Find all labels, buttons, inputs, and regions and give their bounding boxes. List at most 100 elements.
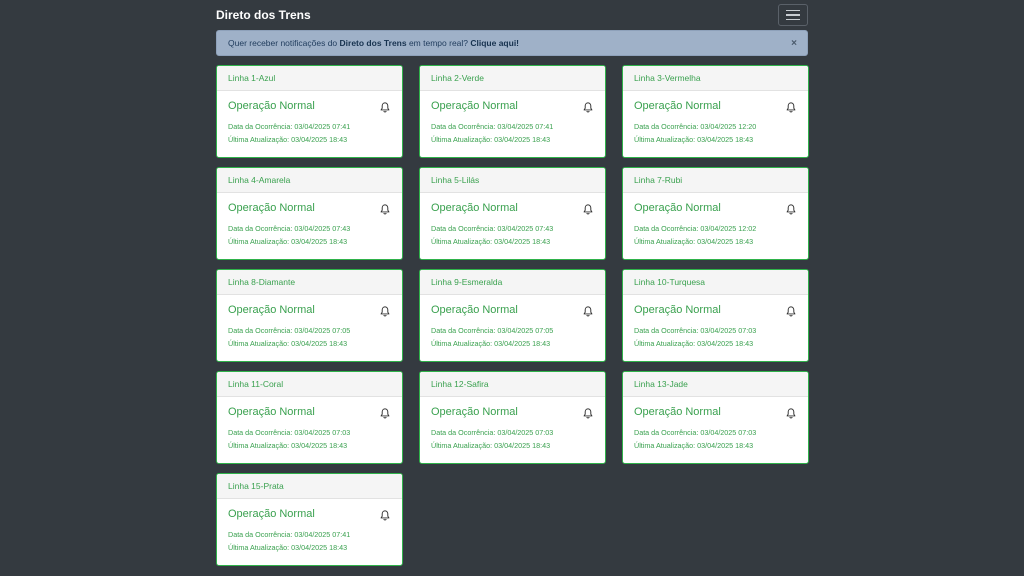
status-text: Operação Normal — [228, 508, 315, 520]
last-update: Última Atualização: 03/04/2025 18:43 — [634, 235, 797, 248]
occurrence-label: Data da Ocorrência: — [228, 326, 295, 335]
status-text: Operação Normal — [634, 304, 721, 316]
alert-link[interactable]: Clique aqui! — [470, 38, 519, 48]
card-body: Operação Normal Data da Ocorrência: 03/0… — [420, 397, 605, 452]
line-name: Linha 13-Jade — [623, 372, 808, 397]
last-update: Última Atualização: 03/04/2025 18:43 — [228, 439, 391, 452]
line-card[interactable]: Linha 4-Amarela Operação Normal Data da … — [216, 167, 403, 260]
occurrence-date: Data da Ocorrência: 03/04/2025 07:41 — [431, 120, 594, 133]
last-update: Última Atualização: 03/04/2025 18:43 — [228, 337, 391, 350]
update-label: Última Atualização: — [431, 237, 495, 246]
bell-icon[interactable] — [583, 408, 593, 419]
line-card[interactable]: Linha 1-Azul Operação Normal Data da Oco… — [216, 65, 403, 158]
card-body: Operação Normal Data da Ocorrência: 03/0… — [217, 91, 402, 146]
bell-icon[interactable] — [583, 204, 593, 215]
line-card[interactable]: Linha 15-Prata Operação Normal Data da O… — [216, 473, 403, 566]
bell-icon[interactable] — [583, 306, 593, 317]
bell-icon[interactable] — [786, 306, 796, 317]
occurrence-label: Data da Ocorrência: — [228, 428, 295, 437]
occurrence-label: Data da Ocorrência: — [634, 326, 701, 335]
status-text: Operação Normal — [228, 406, 315, 418]
line-card[interactable]: Linha 13-Jade Operação Normal Data da Oc… — [622, 371, 809, 464]
occurrence-value: 03/04/2025 07:05 — [497, 326, 554, 335]
update-label: Última Atualização: — [228, 237, 292, 246]
notification-alert: Quer receber notificações do Direto dos … — [216, 30, 808, 56]
bell-icon[interactable] — [786, 408, 796, 419]
card-body: Operação Normal Data da Ocorrência: 03/0… — [217, 193, 402, 248]
last-update: Última Atualização: 03/04/2025 18:43 — [634, 439, 797, 452]
last-update: Última Atualização: 03/04/2025 18:43 — [431, 235, 594, 248]
line-card[interactable]: Linha 3-Vermelha Operação Normal Data da… — [622, 65, 809, 158]
update-value: 03/04/2025 18:43 — [697, 237, 754, 246]
line-name: Linha 10-Turquesa — [623, 270, 808, 295]
card-info: Data da Ocorrência: 03/04/2025 07:03 Últ… — [431, 426, 594, 452]
occurrence-date: Data da Ocorrência: 03/04/2025 07:43 — [228, 222, 391, 235]
card-info: Data da Ocorrência: 03/04/2025 07:03 Últ… — [228, 426, 391, 452]
bell-icon[interactable] — [583, 102, 593, 113]
occurrence-date: Data da Ocorrência: 03/04/2025 07:41 — [228, 528, 391, 541]
update-value: 03/04/2025 18:43 — [697, 135, 754, 144]
card-info: Data da Ocorrência: 03/04/2025 07:41 Últ… — [431, 120, 594, 146]
hamburger-icon-bar — [786, 9, 800, 12]
bell-icon[interactable] — [380, 102, 390, 113]
line-card[interactable]: Linha 5-Lilás Operação Normal Data da Oc… — [419, 167, 606, 260]
card-body: Operação Normal Data da Ocorrência: 03/0… — [623, 193, 808, 248]
bell-icon[interactable] — [786, 102, 796, 113]
occurrence-label: Data da Ocorrência: — [634, 224, 701, 233]
occurrence-date: Data da Ocorrência: 03/04/2025 07:03 — [634, 426, 797, 439]
card-info: Data da Ocorrência: 03/04/2025 07:05 Últ… — [431, 324, 594, 350]
close-icon[interactable]: × — [791, 38, 797, 49]
occurrence-date: Data da Ocorrência: 03/04/2025 07:03 — [634, 324, 797, 337]
line-name: Linha 11-Coral — [217, 372, 402, 397]
card-body: Operação Normal Data da Ocorrência: 03/0… — [420, 295, 605, 350]
bell-icon[interactable] — [380, 408, 390, 419]
status-text: Operação Normal — [431, 406, 518, 418]
line-card[interactable]: Linha 10-Turquesa Operação Normal Data d… — [622, 269, 809, 362]
update-label: Última Atualização: — [228, 339, 292, 348]
occurrence-date: Data da Ocorrência: 03/04/2025 07:05 — [431, 324, 594, 337]
card-info: Data da Ocorrência: 03/04/2025 07:41 Últ… — [228, 120, 391, 146]
card-info: Data da Ocorrência: 03/04/2025 07:03 Últ… — [634, 426, 797, 452]
card-info: Data da Ocorrência: 03/04/2025 07:05 Últ… — [228, 324, 391, 350]
update-label: Última Atualização: — [431, 135, 495, 144]
update-value: 03/04/2025 18:43 — [291, 237, 348, 246]
occurrence-value: 03/04/2025 07:43 — [294, 224, 351, 233]
update-label: Última Atualização: — [431, 441, 495, 450]
card-info: Data da Ocorrência: 03/04/2025 07:03 Últ… — [634, 324, 797, 350]
alert-text: Quer receber notificações do Direto dos … — [228, 38, 519, 48]
bell-icon[interactable] — [380, 510, 390, 521]
occurrence-value: 03/04/2025 12:02 — [700, 224, 757, 233]
menu-toggle-button[interactable] — [778, 4, 808, 26]
line-name: Linha 8-Diamante — [217, 270, 402, 295]
status-text: Operação Normal — [431, 304, 518, 316]
update-label: Última Atualização: — [431, 339, 495, 348]
occurrence-label: Data da Ocorrência: — [431, 224, 498, 233]
line-card[interactable]: Linha 9-Esmeralda Operação Normal Data d… — [419, 269, 606, 362]
last-update: Última Atualização: 03/04/2025 18:43 — [431, 439, 594, 452]
occurrence-value: 03/04/2025 12:20 — [700, 122, 757, 131]
update-value: 03/04/2025 18:43 — [291, 135, 348, 144]
update-label: Última Atualização: — [228, 441, 292, 450]
line-card[interactable]: Linha 12-Safira Operação Normal Data da … — [419, 371, 606, 464]
occurrence-label: Data da Ocorrência: — [228, 122, 295, 131]
hamburger-icon-bar — [786, 14, 800, 16]
bell-icon[interactable] — [786, 204, 796, 215]
line-name: Linha 1-Azul — [217, 66, 402, 91]
card-info: Data da Ocorrência: 03/04/2025 07:43 Últ… — [431, 222, 594, 248]
line-name: Linha 5-Lilás — [420, 168, 605, 193]
update-label: Última Atualização: — [634, 135, 698, 144]
bell-icon[interactable] — [380, 204, 390, 215]
bell-icon[interactable] — [380, 306, 390, 317]
update-label: Última Atualização: — [634, 441, 698, 450]
line-card[interactable]: Linha 2-Verde Operação Normal Data da Oc… — [419, 65, 606, 158]
line-card[interactable]: Linha 8-Diamante Operação Normal Data da… — [216, 269, 403, 362]
line-card[interactable]: Linha 7-Rubi Operação Normal Data da Oco… — [622, 167, 809, 260]
brand-link[interactable]: Direto dos Trens — [216, 8, 311, 22]
occurrence-label: Data da Ocorrência: — [634, 122, 701, 131]
occurrence-date: Data da Ocorrência: 03/04/2025 07:43 — [431, 222, 594, 235]
occurrence-value: 03/04/2025 07:03 — [700, 326, 757, 335]
update-value: 03/04/2025 18:43 — [697, 339, 754, 348]
update-label: Última Atualização: — [634, 339, 698, 348]
line-card[interactable]: Linha 11-Coral Operação Normal Data da O… — [216, 371, 403, 464]
occurrence-date: Data da Ocorrência: 03/04/2025 07:41 — [228, 120, 391, 133]
